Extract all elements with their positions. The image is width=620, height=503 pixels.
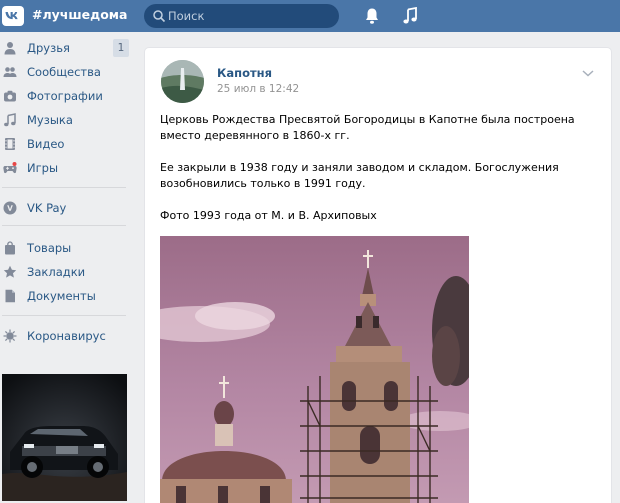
sidebar-item-coronavirus[interactable]: Коронавирус xyxy=(0,325,130,347)
sidebar-divider xyxy=(2,315,126,316)
chevron-down-icon[interactable] xyxy=(581,68,595,78)
sidebar-item-label: Видео xyxy=(27,137,65,151)
bell-icon[interactable] xyxy=(364,7,380,25)
sidebar-item-bookmarks[interactable]: Закладки xyxy=(0,261,130,283)
post-paragraph: Церковь Рождества Пресвятой Богородицы в… xyxy=(160,113,575,142)
post-date[interactable]: 25 июл в 12:42 xyxy=(217,83,299,95)
vk-logo[interactable] xyxy=(2,6,24,26)
document-icon xyxy=(5,289,15,303)
sidebar-item-goods[interactable]: Товары xyxy=(0,237,130,259)
header-hashtag[interactable]: #лучшедома xyxy=(32,7,127,22)
ad-car-image xyxy=(2,374,127,501)
sidebar-item-label: Сообщества xyxy=(27,65,101,79)
post-author[interactable]: Капотня xyxy=(217,66,272,80)
ad-banner[interactable] xyxy=(2,374,127,501)
sidebar-item-friends[interactable]: Друзья 1 xyxy=(0,37,130,59)
sidebar-item-label: Игры xyxy=(27,161,59,175)
sidebar-item-label: Друзья xyxy=(27,41,70,55)
sidebar-item-label: Закладки xyxy=(27,265,86,279)
sidebar-item-label: VK Pay xyxy=(27,201,67,215)
sidebar-item-vkpay[interactable]: VK Pay xyxy=(0,197,130,219)
users-icon xyxy=(3,67,17,77)
sidebar-item-label: Документы xyxy=(27,289,96,303)
post-card: Капотня 25 июл в 12:42 Церковь Рождества… xyxy=(145,48,611,503)
sidebar-item-games[interactable]: Игры xyxy=(0,157,130,179)
search-input[interactable]: Поиск xyxy=(144,4,339,28)
sidebar-item-label: Музыка xyxy=(27,113,73,127)
search-icon xyxy=(153,10,166,23)
gamepad-icon xyxy=(3,162,17,174)
film-icon xyxy=(5,138,15,150)
camera-icon xyxy=(4,90,16,102)
sidebar: Друзья 1 Сообщества Фотографии Музыка Ви… xyxy=(0,32,135,503)
friends-badge: 1 xyxy=(113,39,129,57)
sidebar-item-music[interactable]: Музыка xyxy=(0,109,130,131)
music-icon[interactable] xyxy=(402,7,418,25)
star-icon xyxy=(3,265,17,278)
sidebar-item-communities[interactable]: Сообщества xyxy=(0,61,130,83)
sidebar-item-documents[interactable]: Документы xyxy=(0,285,130,307)
search-placeholder: Поиск xyxy=(168,9,205,23)
music-note-icon xyxy=(4,113,16,127)
top-bar: #лучшедома Поиск xyxy=(0,0,620,32)
post-paragraph: Ее закрыли в 1938 году и заняли заводом … xyxy=(160,161,559,190)
post-photo[interactable] xyxy=(160,236,469,503)
user-icon xyxy=(4,42,16,55)
sidebar-item-label: Товары xyxy=(27,241,72,255)
vkpay-icon xyxy=(3,201,17,215)
sidebar-item-label: Фотографии xyxy=(27,89,103,103)
sidebar-divider xyxy=(2,187,126,188)
post-paragraph: Фото 1993 года от М. и В. Архиповых xyxy=(160,209,377,222)
author-avatar[interactable] xyxy=(161,60,204,103)
sidebar-divider xyxy=(2,225,126,226)
post-text: Церковь Рождества Пресвятой Богородицы в… xyxy=(160,112,600,240)
sidebar-item-photos[interactable]: Фотографии xyxy=(0,85,130,107)
sidebar-item-video[interactable]: Видео xyxy=(0,133,130,155)
bag-icon xyxy=(5,241,15,255)
sidebar-item-label: Коронавирус xyxy=(27,329,106,343)
virus-icon xyxy=(3,329,17,343)
church-photo xyxy=(160,236,469,503)
avatar-image xyxy=(161,60,204,103)
